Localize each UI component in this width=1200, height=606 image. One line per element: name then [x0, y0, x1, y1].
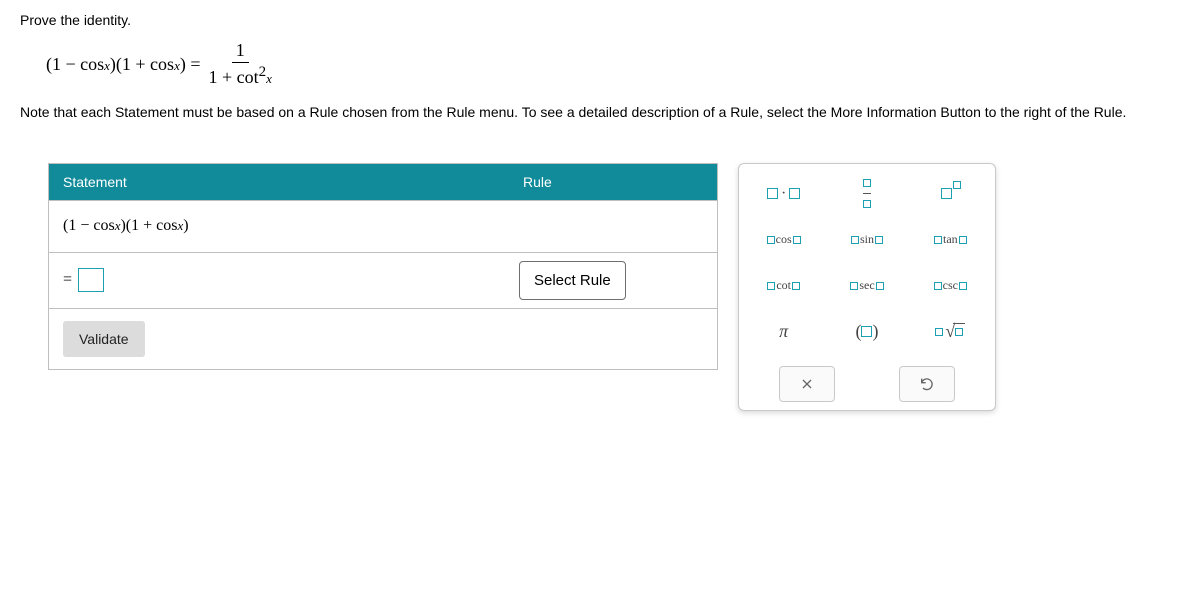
fraction-numerator: 1	[232, 40, 249, 63]
equals-sign: =	[63, 271, 72, 289]
palette-parentheses[interactable]: ()	[830, 312, 903, 352]
palette-multiply[interactable]: ·	[747, 174, 820, 214]
validate-row: Validate	[49, 308, 717, 369]
validate-button[interactable]: Validate	[63, 321, 145, 357]
palette-sin[interactable]: sin	[830, 220, 903, 260]
statement-1: (1 − cosx)(1 + cosx)	[49, 205, 509, 247]
palette-tan[interactable]: tan	[914, 220, 987, 260]
palette-exponent[interactable]	[914, 174, 987, 214]
identity-equation: (1 − cosx)(1 + cosx) = 1 1 + cot2x	[46, 40, 1180, 89]
prompt-text: Prove the identity.	[20, 12, 1180, 28]
palette-fraction[interactable]	[830, 174, 903, 214]
close-icon	[799, 376, 815, 392]
equation-lhs: (1 − cosx)(1 + cosx) =	[46, 54, 201, 75]
palette-csc[interactable]: csc	[914, 266, 987, 306]
equation-rhs-fraction: 1 1 + cot2x	[205, 40, 276, 89]
statement-2: =	[49, 256, 509, 304]
proof-header: Statement Rule	[49, 164, 717, 200]
palette-pi[interactable]: π	[747, 312, 820, 352]
symbol-palette: · cos sin tan cot sec	[738, 163, 996, 411]
header-statement: Statement	[49, 164, 509, 200]
header-rule: Rule	[509, 164, 717, 200]
palette-cot[interactable]: cot	[747, 266, 820, 306]
palette-sqrt[interactable]: √	[914, 312, 987, 352]
palette-cos[interactable]: cos	[747, 220, 820, 260]
table-row: (1 − cosx)(1 + cosx)	[49, 200, 717, 252]
answer-input-box[interactable]	[78, 268, 104, 292]
table-row: = Select Rule	[49, 252, 717, 308]
select-rule-button[interactable]: Select Rule	[519, 261, 626, 300]
undo-icon	[919, 376, 935, 392]
undo-button[interactable]	[899, 366, 955, 402]
clear-button[interactable]	[779, 366, 835, 402]
proof-table: Statement Rule (1 − cosx)(1 + cosx) = Se…	[48, 163, 718, 370]
instruction-note: Note that each Statement must be based o…	[20, 103, 1180, 123]
palette-sec[interactable]: sec	[830, 266, 903, 306]
fraction-denominator: 1 + cot2x	[205, 63, 276, 89]
